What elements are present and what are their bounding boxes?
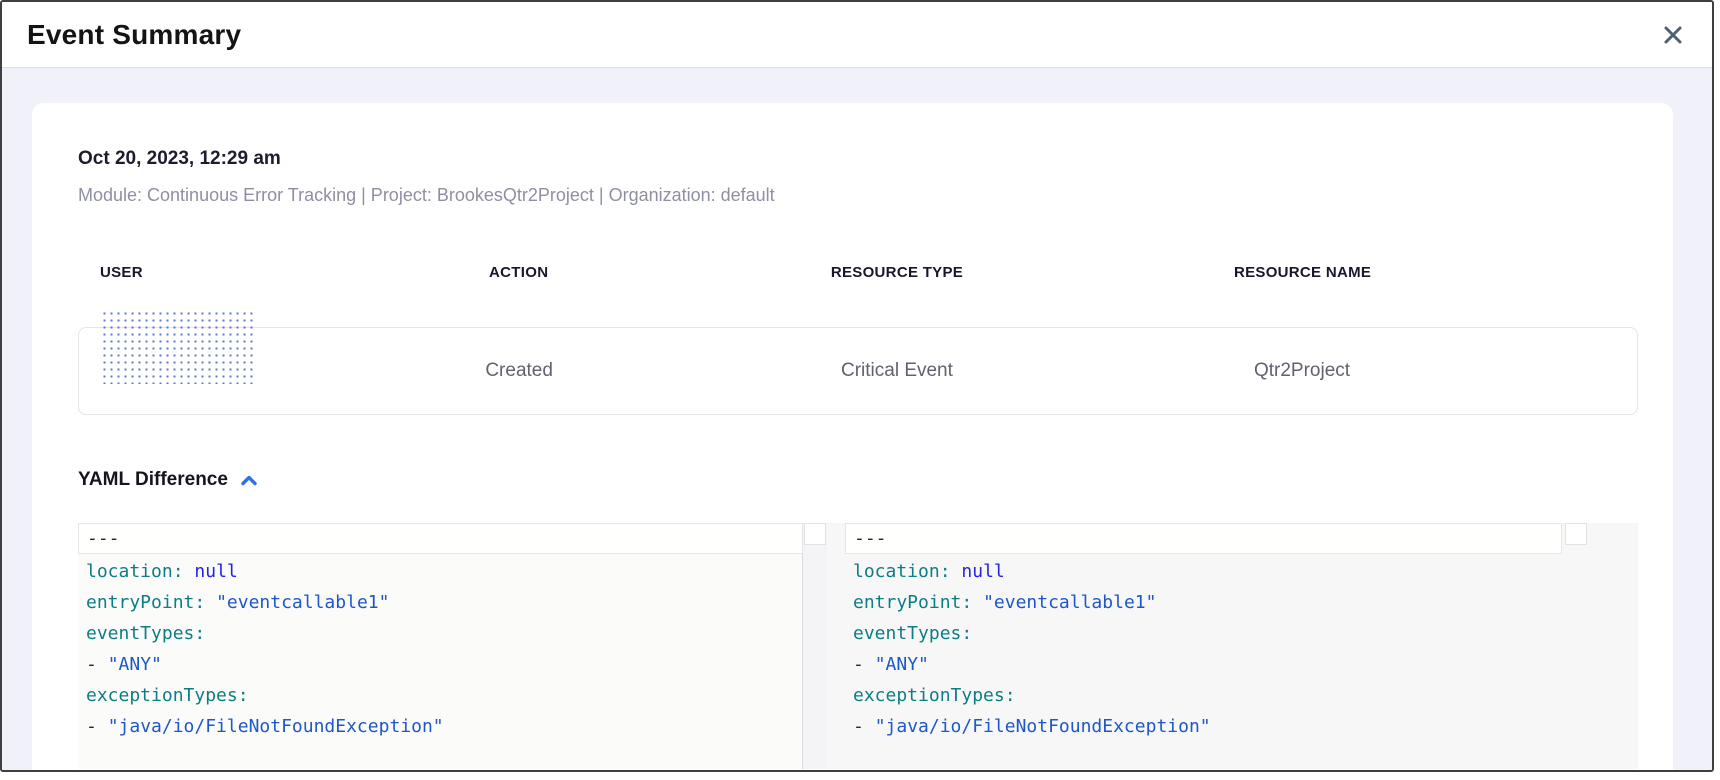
yaml-code-line: location: null bbox=[86, 556, 802, 587]
yaml-code-line: location: null bbox=[853, 556, 1638, 587]
yaml-code-line: exceptionTypes: bbox=[86, 680, 802, 711]
yaml-diff-panel-right[interactable]: --- location: nullentryPoint: "eventcall… bbox=[827, 523, 1638, 769]
yaml-difference-label: YAML Difference bbox=[78, 467, 228, 493]
close-button[interactable] bbox=[1656, 18, 1690, 52]
modal-body: Oct 20, 2023, 12:29 am Module: Continuou… bbox=[2, 68, 1712, 772]
table-row: Created Critical Event Qtr2Project bbox=[78, 327, 1638, 415]
yaml-code-line: eventTypes: bbox=[853, 618, 1638, 649]
column-header-resource-name: RESOURCE NAME bbox=[1100, 264, 1506, 281]
cell-resource-type: Critical Event bbox=[694, 360, 1099, 382]
yaml-code-line: exceptionTypes: bbox=[853, 680, 1638, 711]
yaml-first-line-left: --- bbox=[78, 523, 803, 554]
column-header-resource-type: RESOURCE TYPE bbox=[694, 264, 1100, 281]
x-icon bbox=[1662, 24, 1684, 46]
yaml-highlighted-line-right: --- bbox=[845, 523, 1638, 554]
event-context: Module: Continuous Error Tracking | Proj… bbox=[78, 184, 1634, 206]
yaml-code-line: - "ANY" bbox=[86, 649, 802, 680]
yaml-code-line: entryPoint: "eventcallable1" bbox=[853, 587, 1638, 618]
yaml-diff-panel-left[interactable]: --- location: nullentryPoint: "eventcall… bbox=[78, 523, 827, 769]
column-header-user: USER bbox=[78, 264, 343, 281]
cell-user bbox=[79, 334, 344, 408]
chevron-up-icon bbox=[240, 474, 258, 487]
cell-resource-name: Qtr2Project bbox=[1099, 360, 1504, 382]
redacted-user-pattern bbox=[101, 310, 253, 384]
yaml-code-line: - "java/io/FileNotFoundException" bbox=[86, 711, 802, 742]
scrollbar-thumb-left[interactable] bbox=[804, 523, 826, 545]
yaml-lines-right: location: nullentryPoint: "eventcallable… bbox=[845, 554, 1638, 742]
yaml-code-line: - "java/io/FileNotFoundException" bbox=[853, 711, 1638, 742]
page-title: Event Summary bbox=[27, 19, 241, 51]
event-detail-card: Oct 20, 2023, 12:29 am Module: Continuou… bbox=[32, 103, 1673, 772]
scrollbar-thumb-right[interactable] bbox=[1565, 523, 1587, 545]
yaml-highlighted-line-left: --- bbox=[78, 523, 802, 554]
cell-action: Created bbox=[344, 360, 695, 382]
scrollbar-track-left[interactable] bbox=[803, 523, 827, 769]
table-header-row: USER ACTION RESOURCE TYPE RESOURCE NAME bbox=[78, 264, 1638, 281]
yaml-difference-toggle[interactable]: YAML Difference bbox=[78, 467, 258, 493]
yaml-code-line: - "ANY" bbox=[853, 649, 1638, 680]
event-summary-window: Event Summary Oct 20, 2023, 12:29 am Mod… bbox=[0, 0, 1714, 772]
yaml-code-line: eventTypes: bbox=[86, 618, 802, 649]
yaml-first-line-right: --- bbox=[845, 523, 1562, 554]
event-timestamp: Oct 20, 2023, 12:29 am bbox=[78, 147, 1634, 171]
yaml-lines-left: location: nullentryPoint: "eventcallable… bbox=[78, 554, 802, 742]
yaml-code-left: --- location: nullentryPoint: "eventcall… bbox=[78, 523, 803, 769]
modal-header: Event Summary bbox=[2, 2, 1712, 68]
column-header-action: ACTION bbox=[343, 264, 694, 281]
yaml-code-line: entryPoint: "eventcallable1" bbox=[86, 587, 802, 618]
yaml-diff-viewer: --- location: nullentryPoint: "eventcall… bbox=[78, 523, 1638, 769]
